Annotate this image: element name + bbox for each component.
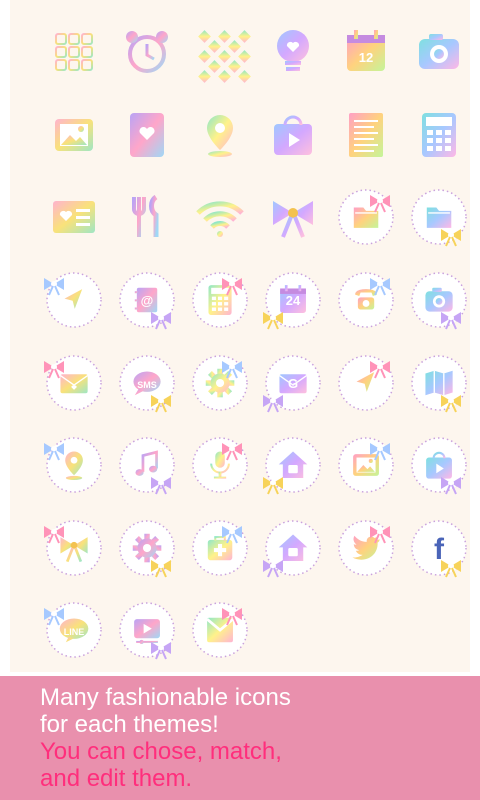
calendar-icon: 12 [338,24,394,80]
play-bag-icon [265,107,321,163]
wifi-icon [192,189,248,245]
fork-knife-icon [119,189,175,245]
ribbon-bow-icon [265,189,321,245]
document-icon [338,107,394,163]
sms-bubble-icon-label: SMS [137,380,157,390]
calculator-ring-icon [192,272,248,328]
video-player-icon [119,602,175,660]
sms-bubble-icon: SMS [119,355,175,413]
heart-bulb-icon [265,24,321,80]
gmail-box-icon [192,602,248,658]
folder-bow-icon [338,189,394,245]
compass-browser-icon [44,272,102,328]
folded-map-icon [411,355,467,413]
banner-line-1: Many fashionable icons [40,684,291,711]
app-grid-icon [46,24,102,80]
banner-line-2: for each themes! [40,711,219,738]
heart-mail-icon [44,355,102,411]
folder-bow-alt-icon [411,189,467,247]
calendar-ring-icon-label: 24 [286,293,301,308]
music-note-icon [119,437,175,495]
calendar-ring-icon: 24 [263,272,321,330]
banner-line-4: and edit them. [40,765,193,792]
at-contacts-icon: @ [119,272,175,330]
home-refresh-icon [263,520,321,578]
medical-kit-icon [192,520,248,576]
facebook-icon: f [411,520,467,578]
twitter-bird-icon [338,520,394,576]
gallery-icon [46,107,102,163]
line-chat-icon: LINE [44,602,102,658]
settings-gear-icon [192,355,248,411]
location-pin-icon [44,437,102,493]
phone-icon [338,272,394,328]
ribbon-ring-icon [44,520,102,576]
play-store-icon [411,437,467,495]
alarm-clock-icon [119,24,175,80]
microphone-icon [192,437,248,493]
camera-icon [411,24,467,80]
gmail-envelope-icon-label: G [288,376,298,391]
heart-card-icon [119,107,175,163]
settings-ring-icon [119,520,175,578]
banner-line-3: You can chose, match, [40,738,282,765]
calendar-icon-label: 12 [359,50,373,65]
facebook-icon-label: f [434,533,445,566]
camera-ring-icon [411,272,467,330]
line-chat-icon-label: LINE [64,627,85,637]
calculator-icon [411,107,467,163]
screenshot: 12 @24 SMS Gf LINE Many fashionable icons fo… [0,0,480,800]
at-contacts-icon-label: @ [141,293,154,308]
diamond-pattern-icon [192,24,251,83]
navigation-arrow-icon [338,355,394,411]
icon-preview-panel: 12 @24 SMS Gf LINE [10,0,470,672]
map-pin-icon [192,107,248,163]
promo-banner: Many fashionable icons for each themes! … [0,676,480,800]
gmail-envelope-icon: G [263,355,321,413]
contact-list-icon [46,189,102,245]
photo-icon [338,437,394,493]
home-icon [263,437,321,495]
